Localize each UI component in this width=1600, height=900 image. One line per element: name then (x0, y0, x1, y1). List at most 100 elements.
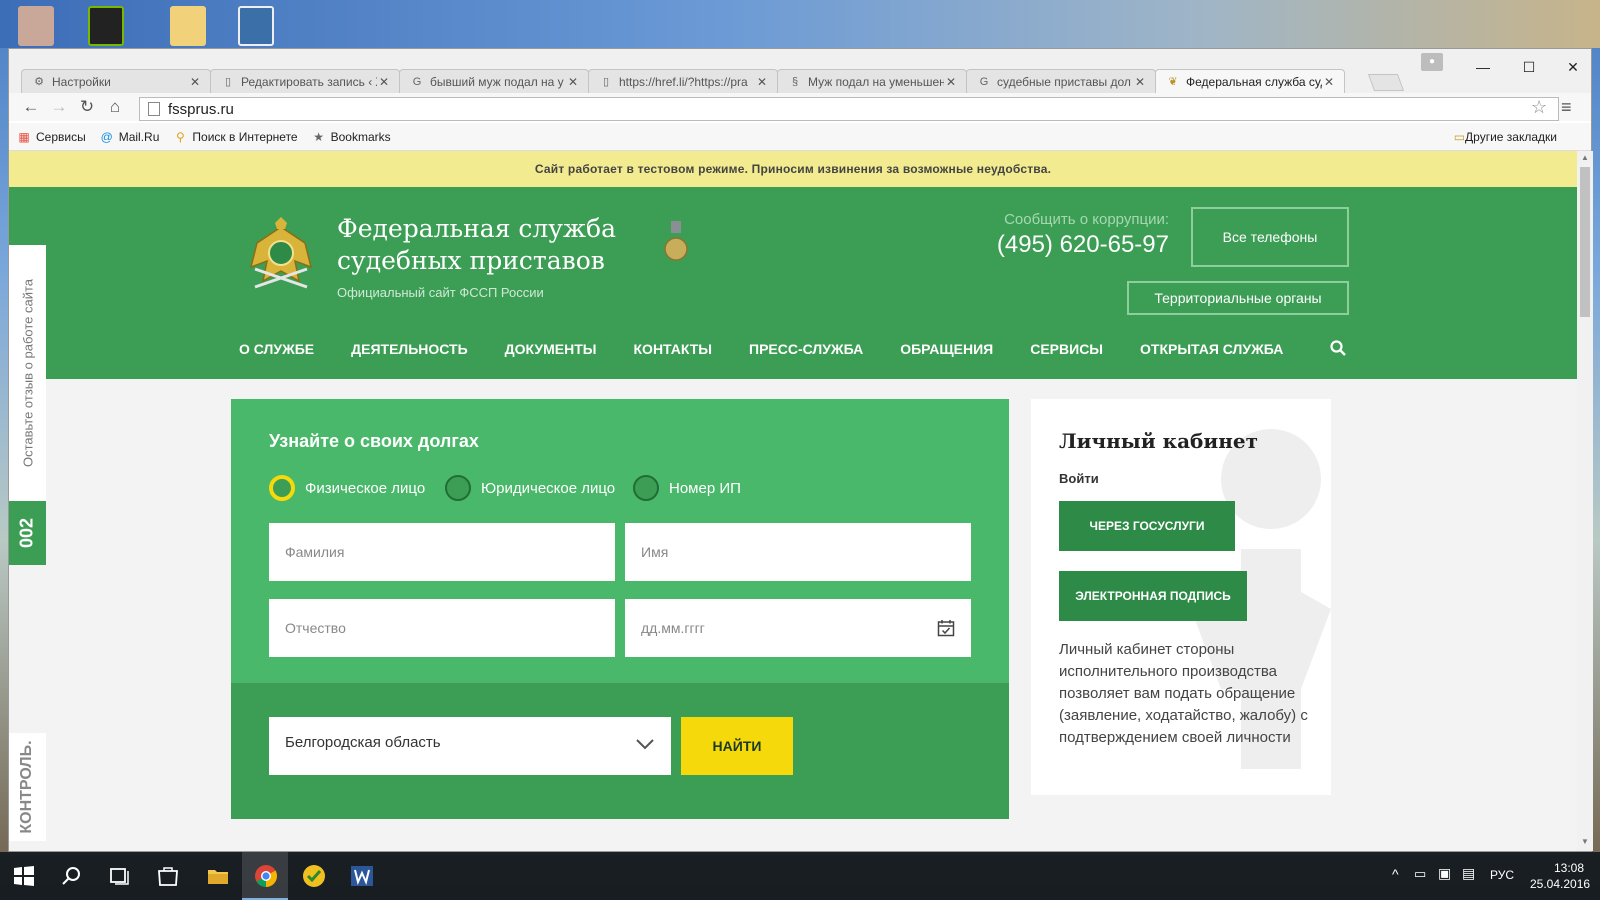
calendar-icon[interactable] (937, 619, 955, 637)
scrollbar-thumb[interactable] (1580, 167, 1590, 317)
site-header: Федеральная служба судебных приставов Оф… (9, 187, 1577, 379)
battery-icon[interactable]: ▭ (1414, 866, 1426, 882)
tab-href[interactable]: ▯ https://href.li/?https://pra ✕ (588, 69, 778, 93)
radio-unchecked-icon (445, 475, 471, 501)
bookmark-mailru[interactable]: @ Mail.Ru (100, 130, 160, 144)
corruption-phone[interactable]: (495) 620-65-97 (939, 231, 1169, 259)
radio-legal-entity[interactable]: Юридическое лицо (445, 475, 615, 501)
search-taskbar-icon[interactable] (60, 864, 84, 888)
gosuslugi-button[interactable]: ЧЕРЕЗ ГОСУСЛУГИ (1059, 501, 1235, 551)
language-indicator[interactable]: РУС (1490, 868, 1514, 882)
territorial-bodies-button[interactable]: Территориальные органы (1127, 281, 1349, 315)
clock[interactable]: 13:08 25.04.2016 (1530, 860, 1590, 892)
page-icon: ▯ (602, 75, 610, 88)
app-checkmark-icon[interactable] (302, 864, 326, 888)
lastname-field[interactable]: Фамилия (269, 523, 615, 581)
chrome-icon[interactable] (254, 864, 278, 888)
radio-ip-number[interactable]: Номер ИП (633, 475, 741, 501)
tab-google-search-2[interactable]: G судебные приставы дол ✕ (966, 69, 1156, 93)
close-window-button[interactable]: ✕ (1553, 55, 1593, 79)
section-icon: § (791, 75, 799, 88)
notifications-icon[interactable]: ▤ (1462, 865, 1475, 882)
back-icon[interactable]: ← (17, 97, 45, 117)
reload-icon[interactable]: ↻ (73, 97, 101, 117)
nav-documents[interactable]: ДОКУМЕНТЫ (505, 341, 597, 357)
bookmark-services[interactable]: ▦ Сервисы (17, 129, 85, 144)
tab-edit-post[interactable]: ▯ Редактировать запись ‹ Ж ✕ (210, 69, 400, 93)
new-tab-button[interactable] (1367, 74, 1405, 91)
nav-press[interactable]: ПРЕСС-СЛУЖБА (749, 341, 863, 357)
control-side-tab[interactable]: КОНТРОЛЬ. (9, 733, 46, 841)
desktop-folder-icon[interactable] (170, 6, 206, 46)
chevron-down-icon (636, 739, 654, 750)
tray-chevron-up-icon[interactable]: ^ (1392, 866, 1399, 882)
site-title[interactable]: Федеральная служба судебных приставов (337, 213, 637, 277)
nav-about[interactable]: О СЛУЖБЕ (239, 341, 314, 357)
side-number-tab[interactable]: 002 (9, 501, 46, 565)
home-icon[interactable]: ⌂ (101, 97, 129, 117)
address-bar[interactable]: fssprus.ru (139, 97, 1559, 121)
close-icon[interactable]: ✕ (377, 75, 391, 89)
desktop-photo-icon[interactable] (18, 6, 54, 46)
google-icon: G (412, 75, 422, 88)
site-subtitle: Официальный сайт ФССП России (337, 285, 544, 300)
search-icon[interactable] (1329, 339, 1347, 357)
find-button[interactable]: НАЙТИ (681, 717, 793, 775)
test-mode-notice: Сайт работает в тестовом режиме. Приноси… (9, 151, 1577, 187)
nav-contacts[interactable]: КОНТАКТЫ (634, 341, 712, 357)
scroll-up-icon[interactable]: ▲ (1577, 153, 1593, 162)
feedback-side-tab[interactable]: Оставьте отзыв о работе сайта (9, 245, 46, 501)
store-icon[interactable] (156, 864, 180, 888)
close-icon[interactable]: ✕ (755, 75, 769, 89)
close-icon[interactable]: ✕ (1133, 75, 1147, 89)
nav-appeals[interactable]: ОБРАЩЕНИЯ (900, 341, 993, 357)
firstname-field[interactable]: Имя (625, 523, 971, 581)
page-icon (148, 102, 160, 116)
tab-fssp[interactable]: ❦ Федеральная служба суд ✕ (1155, 69, 1345, 93)
radio-checked-icon (269, 475, 295, 501)
nav-open-service[interactable]: ОТКРЫТАЯ СЛУЖБА (1140, 341, 1283, 357)
fssp-emblem-icon[interactable] (241, 217, 321, 297)
nav-activity[interactable]: ДЕЯТЕЛЬНОСТЬ (351, 341, 468, 357)
close-icon[interactable]: ✕ (566, 75, 580, 89)
windows-start-icon[interactable] (12, 864, 36, 888)
close-icon[interactable]: ✕ (1322, 75, 1336, 89)
forward-icon[interactable]: → (45, 97, 73, 117)
other-bookmarks[interactable]: ▭ Другие закладки (1454, 130, 1557, 144)
profile-icon[interactable]: ● (1421, 53, 1443, 71)
word-icon[interactable] (350, 864, 374, 888)
bookmark-star-icon[interactable]: ☆ (1531, 97, 1547, 118)
e-signature-button[interactable]: ЭЛЕКТРОННАЯ ПОДПИСЬ (1059, 571, 1247, 621)
tab-settings[interactable]: ⚙ Настройки ✕ (21, 69, 211, 93)
region-select[interactable]: Белгородская область (269, 717, 671, 775)
patronymic-field[interactable]: Отчество (269, 599, 615, 657)
tab-section[interactable]: § Муж подал на уменьшени ✕ (777, 69, 967, 93)
close-icon[interactable]: ✕ (188, 75, 202, 89)
taskbar: ^ ▭ ▣ ▤ РУС 13:08 25.04.2016 (0, 852, 1600, 900)
apps-icon: ▦ (18, 129, 30, 144)
radio-individual[interactable]: Физическое лицо (269, 475, 425, 501)
nav-services[interactable]: СЕРВИСЫ (1030, 341, 1103, 357)
scroll-down-icon[interactable]: ▼ (1577, 837, 1593, 846)
birthdate-field[interactable]: дд.мм.гггг (625, 599, 971, 657)
tab-strip: ⚙ Настройки ✕ ▯ Редактировать запись ‹ Ж… (9, 49, 1591, 93)
network-icon[interactable]: ▣ (1438, 865, 1451, 882)
file-explorer-icon[interactable] (206, 864, 230, 888)
gear-icon: ⚙ (34, 75, 44, 88)
all-phones-button[interactable]: Все телефоны (1191, 207, 1349, 267)
tab-google-search-1[interactable]: G бывший муж подал на у ✕ (399, 69, 589, 93)
close-icon[interactable]: ✕ (944, 75, 958, 89)
desktop-nvidia-icon[interactable] (88, 6, 124, 46)
minimize-button[interactable]: — (1463, 55, 1503, 79)
desktop-camera-icon[interactable] (238, 6, 274, 46)
bookmark-bookmarks[interactable]: ★ Bookmarks (312, 129, 390, 144)
emblem-icon: ❦ (1168, 75, 1178, 88)
menu-icon[interactable]: ≡ (1561, 97, 1572, 118)
task-view-icon[interactable] (108, 864, 132, 888)
page-viewport: Сайт работает в тестовом режиме. Приноси… (9, 151, 1577, 851)
search-web-icon: ⚲ (176, 129, 185, 144)
star-icon: ★ (313, 129, 324, 144)
bookmark-search[interactable]: ⚲ Поиск в Интернете (173, 129, 298, 144)
maximize-button[interactable]: ☐ (1509, 55, 1549, 79)
page-scrollbar[interactable]: ▲ ▼ (1577, 151, 1593, 851)
